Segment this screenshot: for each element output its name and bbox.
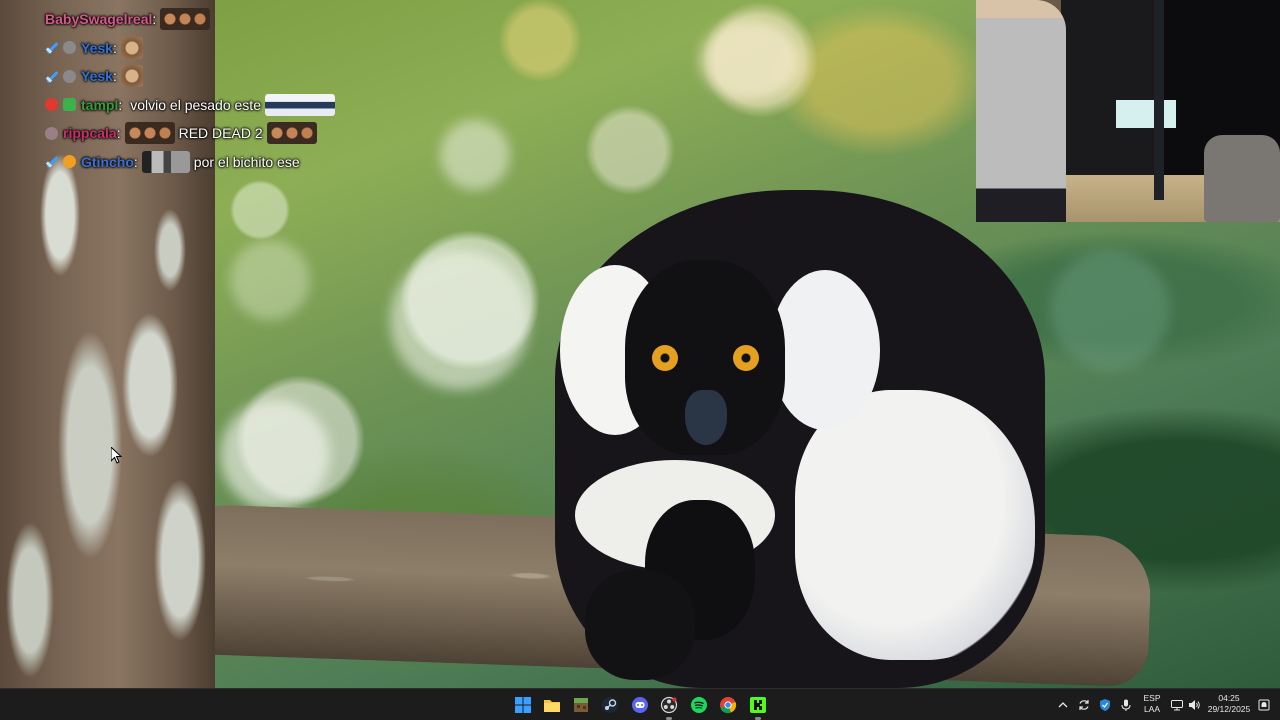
lemur (555, 190, 1045, 688)
steam-icon[interactable] (598, 693, 622, 717)
file-explorer-icon[interactable] (540, 693, 564, 717)
emote-icon (124, 122, 175, 145)
webcam-streamer (976, 0, 1066, 222)
chrome-icon[interactable] (716, 693, 740, 717)
lemur-eye (733, 345, 759, 371)
chat-colon: : (133, 153, 138, 170)
badge-icon (45, 126, 58, 140)
chevron-up-icon[interactable] (1055, 697, 1071, 713)
obs-icon[interactable] (657, 693, 681, 720)
chat-message-text: por el bichito ese (193, 153, 300, 170)
keyboard-layout: LAA (1143, 704, 1161, 714)
network-icon[interactable] (1169, 697, 1185, 713)
chat-colon: : (152, 11, 157, 28)
chat-colon: : (112, 68, 117, 85)
chat-overlay: BabySwagelreal: Yesk: Yesk: tampl: volvi… (45, 5, 365, 176)
emote-icon (120, 65, 143, 88)
webcam-overlay (976, 0, 1280, 222)
chat-message: Yesk: (45, 34, 365, 63)
badge-icon (45, 98, 58, 112)
moderator-badge-icon (45, 155, 58, 168)
security-shield-icon[interactable] (1097, 697, 1113, 713)
chat-message: tampl: volvio el pesado este (45, 91, 365, 120)
chat-colon: : (118, 96, 123, 113)
system-clock[interactable]: 04:25 29/12/2025 (1205, 693, 1253, 715)
bokeh-light (220, 400, 330, 510)
emote-icon (141, 150, 190, 173)
webcam-background-screen (1116, 100, 1176, 128)
clock-date: 29/12/2025 (1207, 704, 1251, 714)
microphone-icon[interactable] (1118, 697, 1134, 713)
taskbar: ESP LAA 04:25 29/12/2025 (0, 688, 1280, 720)
discord-icon[interactable] (628, 693, 652, 717)
chat-message: BabySwagelreal: (45, 5, 365, 34)
chat-username: rippcala (63, 125, 117, 142)
notification-bell-icon[interactable] (1256, 697, 1272, 713)
streaming-app-icon[interactable] (746, 693, 770, 720)
minecraft-icon[interactable] (569, 693, 593, 717)
lemur-hand (585, 570, 695, 680)
clock-time: 04:25 (1218, 693, 1240, 703)
bokeh-light (440, 120, 510, 190)
chat-colon: : (112, 39, 117, 56)
lemur-fur (795, 390, 1035, 660)
bokeh-light (700, 20, 800, 100)
lemur-ruff (770, 270, 880, 430)
bokeh-light (390, 250, 530, 390)
emote-icon (265, 93, 335, 116)
chat-colon: : (116, 125, 121, 142)
badge-icon (63, 98, 76, 112)
language-code: ESP (1143, 693, 1161, 703)
webcam-chair (1204, 135, 1280, 222)
badge-icon (63, 155, 76, 169)
volume-icon[interactable] (1186, 697, 1202, 713)
emote-icon (160, 8, 211, 31)
windows-start-icon[interactable] (511, 693, 535, 717)
lemur-eye (652, 345, 678, 371)
chat-username: BabySwagelreal (45, 11, 153, 28)
sync-icon[interactable] (1076, 697, 1092, 713)
chat-message: Yesk: (45, 62, 365, 91)
chat-username: Yesk (81, 39, 113, 56)
chat-message: rippcala: RED DEAD 2 (45, 119, 365, 148)
chat-message: Gtincho: por el bichito ese (45, 148, 365, 177)
emote-icon (120, 36, 143, 59)
lemur-nose (685, 390, 727, 445)
spotify-icon[interactable] (687, 693, 711, 717)
chat-message-text: RED DEAD 2 (178, 125, 263, 142)
webcam-pole (1154, 0, 1164, 200)
emote-icon (266, 122, 317, 145)
moderator-badge-icon (45, 70, 58, 83)
chat-username: Gtincho (81, 153, 134, 170)
bokeh-light (230, 240, 310, 320)
language-indicator[interactable]: ESP LAA (1140, 693, 1164, 715)
badge-icon (63, 69, 76, 83)
moderator-badge-icon (45, 41, 58, 54)
chat-username: Yesk (81, 68, 113, 85)
chat-message-text: volvio el pesado este (130, 96, 261, 113)
chat-username: tampl (81, 96, 119, 113)
bokeh-light (1050, 250, 1170, 370)
badge-icon (63, 41, 76, 55)
